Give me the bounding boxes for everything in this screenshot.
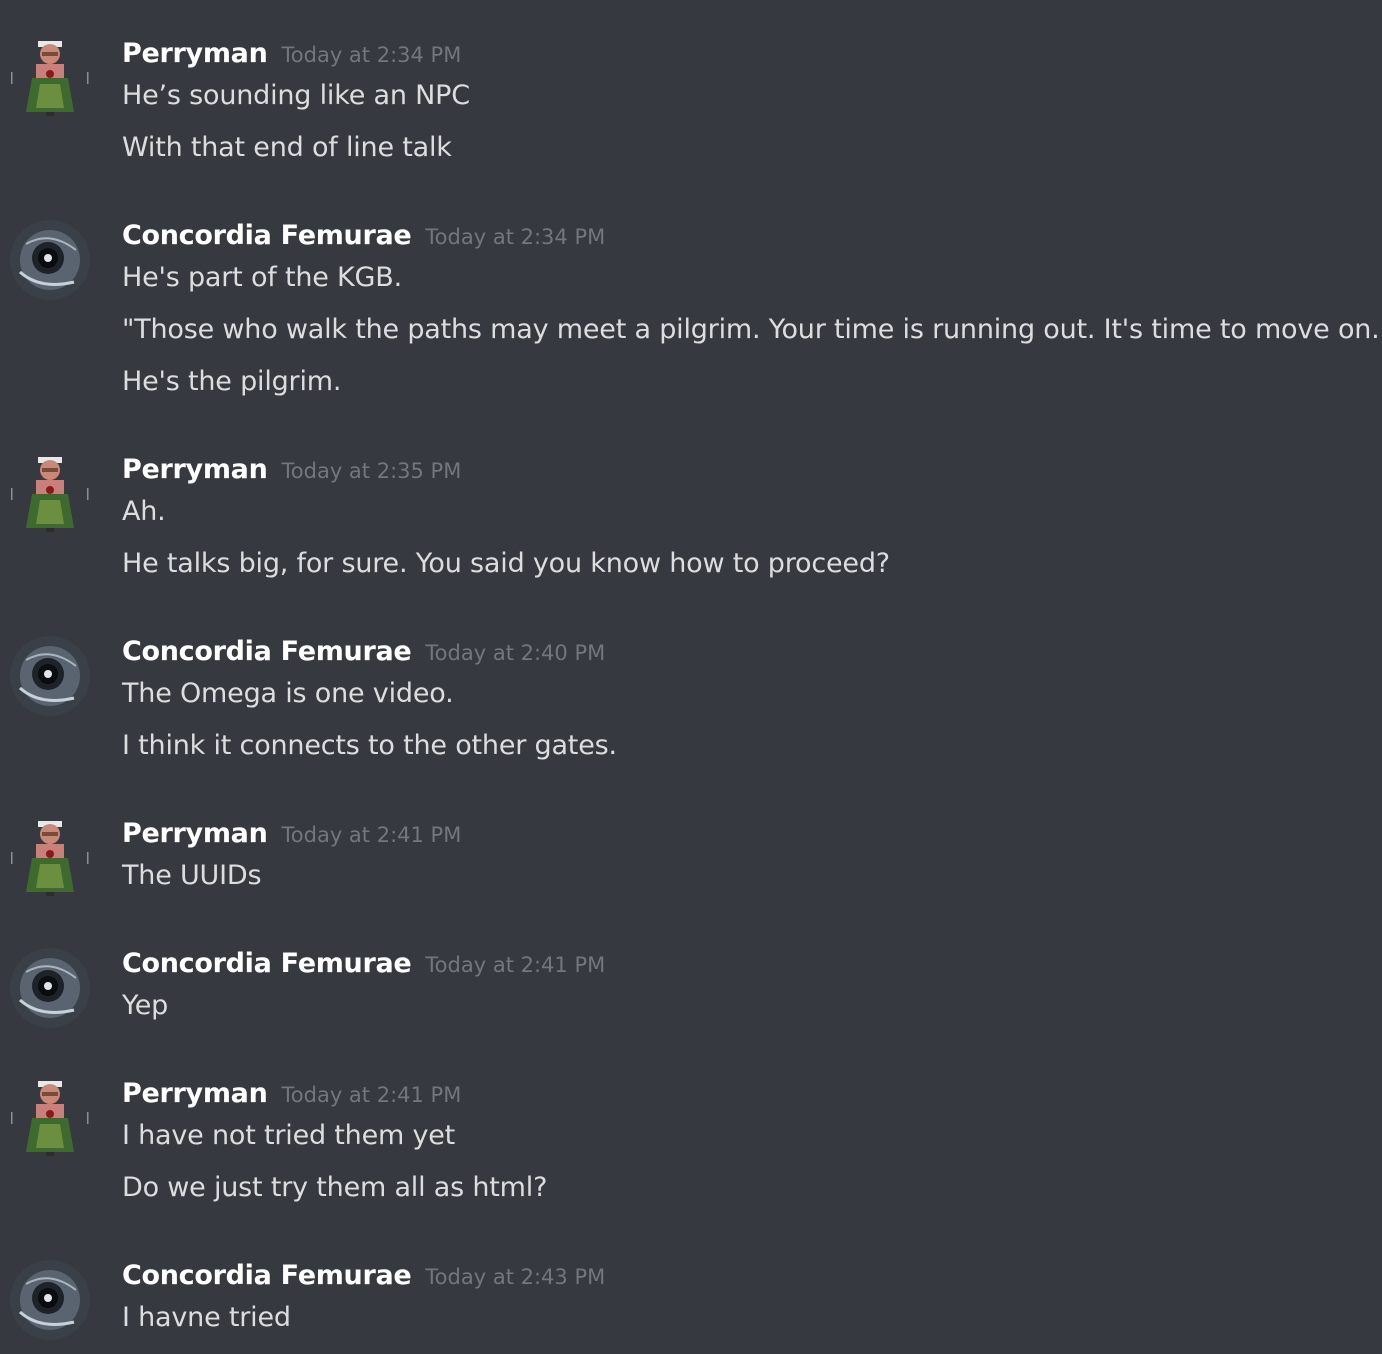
avatar[interactable] <box>10 1260 90 1340</box>
perryman-avatar-icon <box>11 41 89 116</box>
avatar[interactable] <box>10 454 90 534</box>
message-text: He's part of the KGB. <box>122 262 402 293</box>
username[interactable]: Perryman <box>122 1078 268 1109</box>
avatar[interactable] <box>10 948 90 1028</box>
message-text: Do we just try them all as html? <box>122 1172 548 1203</box>
avatar[interactable] <box>10 818 90 898</box>
message-header: Concordia Femurae Today at 2:41 PM <box>122 948 605 984</box>
blackhole-avatar-icon <box>10 220 90 300</box>
avatar[interactable] <box>10 38 90 118</box>
message-header: Concordia Femurae Today at 2:34 PM <box>122 220 605 256</box>
timestamp[interactable]: Today at 2:40 PM <box>425 641 605 665</box>
blackhole-avatar-icon <box>10 636 90 716</box>
username[interactable]: Concordia Femurae <box>122 636 412 667</box>
username[interactable]: Concordia Femurae <box>122 1260 412 1291</box>
message-text: The UUIDs <box>122 860 262 891</box>
message-header: Perryman Today at 2:41 PM <box>122 1078 461 1114</box>
message-text: I havne tried <box>122 1302 291 1333</box>
timestamp[interactable]: Today at 2:35 PM <box>282 459 462 483</box>
username[interactable]: Concordia Femurae <box>122 220 412 251</box>
timestamp[interactable]: Today at 2:41 PM <box>282 1083 462 1107</box>
message-text: With that end of line talk <box>122 132 452 163</box>
message-text: "Those who walk the paths may meet a pil… <box>122 314 1382 345</box>
message-text: He talks big, for sure. You said you kno… <box>122 548 890 579</box>
perryman-avatar-icon <box>11 821 89 896</box>
timestamp[interactable]: Today at 2:43 PM <box>425 1265 605 1289</box>
timestamp[interactable]: Today at 2:34 PM <box>425 225 605 249</box>
timestamp[interactable]: Today at 2:41 PM <box>425 953 605 977</box>
timestamp[interactable]: Today at 2:41 PM <box>282 823 462 847</box>
blackhole-avatar-icon <box>10 948 90 1028</box>
message-header: Concordia Femurae Today at 2:43 PM <box>122 1260 605 1296</box>
message-header: Perryman Today at 2:35 PM <box>122 454 461 490</box>
message-text: He's the pilgrim. <box>122 366 342 397</box>
perryman-avatar-icon <box>11 1081 89 1156</box>
username[interactable]: Perryman <box>122 454 268 485</box>
message-text: He’s sounding like an NPC <box>122 80 470 111</box>
timestamp[interactable]: Today at 2:34 PM <box>282 43 462 67</box>
perryman-avatar-icon <box>11 457 89 532</box>
username[interactable]: Perryman <box>122 818 268 849</box>
message-text: Yep <box>122 990 169 1021</box>
username[interactable]: Concordia Femurae <box>122 948 412 979</box>
avatar[interactable] <box>10 220 90 300</box>
message-header: Perryman Today at 2:41 PM <box>122 818 461 854</box>
message-text: I have not tried them yet <box>122 1120 456 1151</box>
blackhole-avatar-icon <box>10 1260 90 1340</box>
message-header: Concordia Femurae Today at 2:40 PM <box>122 636 605 672</box>
message-text: Ah. <box>122 496 166 527</box>
avatar[interactable] <box>10 636 90 716</box>
message-text: I think it connects to the other gates. <box>122 730 617 761</box>
message-text: The Omega is one video. <box>122 678 454 709</box>
avatar[interactable] <box>10 1078 90 1158</box>
username[interactable]: Perryman <box>122 38 268 69</box>
chat-messages[interactable]: Perryman Today at 2:34 PM He’s sounding l… <box>0 0 1382 1354</box>
message-header: Perryman Today at 2:34 PM <box>122 38 461 74</box>
